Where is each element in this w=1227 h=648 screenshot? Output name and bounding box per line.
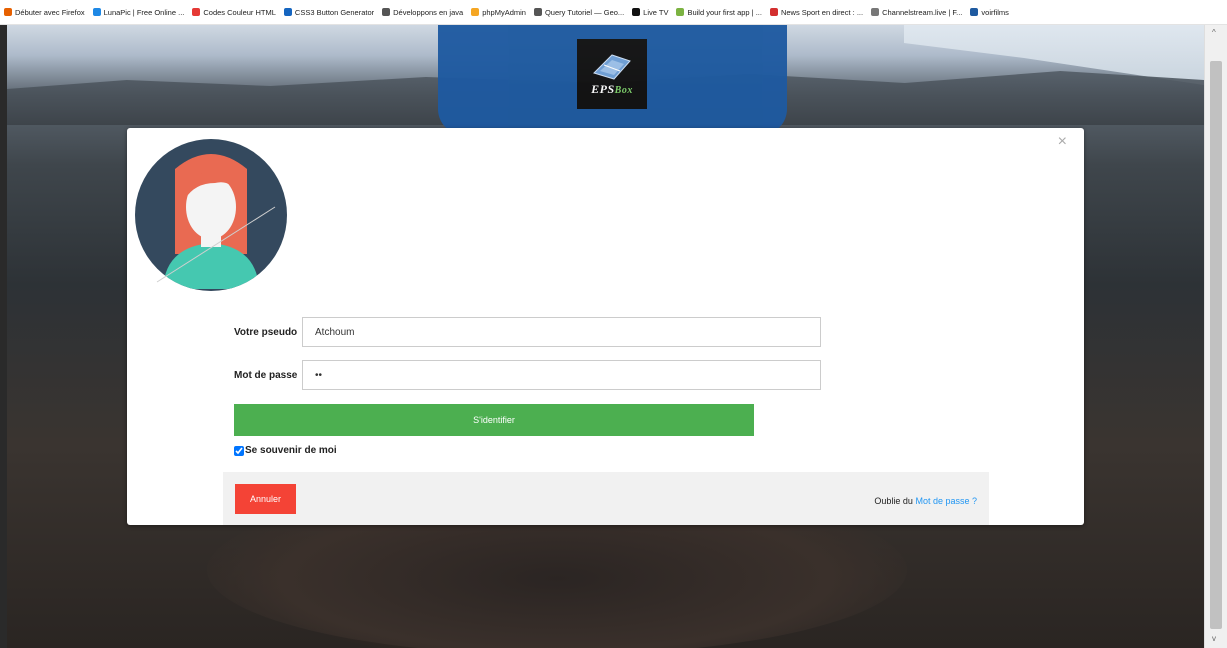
remember-checkbox[interactable]	[234, 445, 244, 456]
logo-mark-icon	[593, 54, 631, 80]
bookmark-item[interactable]: Débuter avec Firefox	[4, 8, 85, 17]
bookmark-item[interactable]: LunaPic | Free Online ...	[92, 7, 185, 17]
scroll-thumb[interactable]	[1210, 61, 1222, 629]
login-modal: × Votre pseudo Mot de passe •• S'identif…	[127, 128, 1084, 525]
username-label: Votre pseudo	[234, 326, 298, 338]
login-button[interactable]: S'identifier	[234, 404, 754, 436]
plus-icon	[632, 8, 641, 16]
film-icon	[970, 8, 979, 16]
opera-icon	[192, 8, 201, 16]
bookmark-item[interactable]: News Sport en direct : ...	[769, 7, 864, 17]
bookmark-label: phpMyAdmin	[482, 7, 526, 17]
bookmark-item[interactable]: Live TV	[632, 8, 668, 17]
bookmark-label: Codes Couleur HTML	[203, 7, 276, 17]
globe-icon	[382, 8, 391, 16]
bookmark-label: Live TV	[643, 7, 669, 17]
cancel-button[interactable]: Annuler	[235, 484, 296, 514]
bookmark-label: Développons en java	[393, 7, 464, 17]
avatar-icon	[135, 139, 287, 291]
bookmark-item[interactable]: Build your first app | ...	[676, 7, 762, 17]
bookmark-item[interactable]: Codes Couleur HTML	[192, 8, 276, 17]
forgot-prefix: Oublie du	[874, 496, 913, 506]
password-row: Mot de passe ••	[234, 360, 821, 390]
eps-box-logo: EPSBox	[577, 39, 647, 109]
firefox-icon	[4, 8, 12, 16]
bookmark-label: Build your first app | ...	[687, 7, 762, 17]
news-icon	[769, 8, 778, 16]
page-scrollbar[interactable]: ^ v	[1204, 25, 1227, 648]
forgot-password: Oublie du Mot de passe ?	[874, 496, 977, 506]
remember-label: Se souvenir de moi	[245, 445, 337, 456]
password-input[interactable]: ••	[302, 360, 821, 390]
remember-me[interactable]: Se souvenir de moi	[234, 445, 337, 456]
logo-text-main: EPS	[591, 82, 615, 96]
logo-panel: EPSBox	[438, 25, 787, 135]
logo-text-accent: Box	[614, 85, 633, 96]
globe-icon	[533, 8, 542, 16]
bookmark-label: Query Tutoriel — Geo...	[544, 7, 625, 17]
bookmark-item[interactable]: Query Tutoriel — Geo...	[533, 7, 625, 17]
bookmark-item[interactable]: Développons en java	[382, 8, 463, 17]
bookmark-label: voirfilms	[981, 7, 1009, 17]
stream-icon	[871, 8, 880, 16]
logo-text: EPSBox	[591, 82, 633, 97]
bookmark-label: News Sport en direct : ...	[780, 7, 864, 17]
bookmark-label: CSS3 Button Generator	[294, 7, 375, 17]
bookmark-item[interactable]: Channelstream.live | F...	[871, 8, 962, 17]
android-icon	[676, 8, 685, 16]
bookmark-label: Channelstream.live | F...	[882, 7, 963, 17]
bookmarks-bar: Débuter avec Firefox LunaPic | Free Onlin…	[0, 0, 1227, 25]
modal-footer: Annuler Oublie du Mot de passe ?	[223, 472, 989, 525]
username-input[interactable]	[302, 317, 821, 347]
bookmark-item[interactable]: phpMyAdmin	[471, 8, 526, 17]
bookmark-label: Débuter avec Firefox	[15, 7, 85, 17]
password-label: Mot de passe	[234, 369, 298, 381]
forgot-password-link[interactable]: Mot de passe ?	[915, 496, 977, 506]
scroll-down-icon[interactable]: v	[1212, 635, 1216, 643]
phpmyadmin-icon	[471, 8, 480, 16]
scroll-up-icon[interactable]: ^	[1212, 29, 1216, 37]
arrow-icon	[283, 8, 292, 16]
lunapic-icon	[92, 8, 101, 16]
bookmark-label: LunaPic | Free Online ...	[103, 7, 185, 17]
close-icon[interactable]: ×	[1058, 133, 1067, 151]
username-row: Votre pseudo	[234, 317, 821, 347]
bookmark-item[interactable]: voirfilms	[970, 8, 1009, 17]
bookmark-item[interactable]: CSS3 Button Generator	[283, 7, 375, 17]
